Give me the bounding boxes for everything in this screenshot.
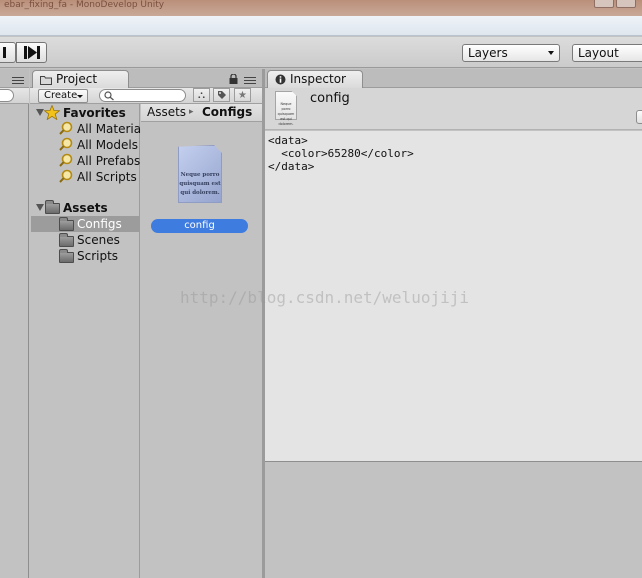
project-tabbar: Project bbox=[30, 69, 262, 88]
filter-by-label-button[interactable] bbox=[213, 88, 230, 102]
panel-menu-icon[interactable] bbox=[244, 77, 256, 84]
inspector-empty-area bbox=[265, 463, 642, 578]
breadcrumb-separator-icon: ▸ bbox=[189, 107, 194, 117]
text-asset-icon-text: Neque porro quisquam est qui dolorem. bbox=[277, 102, 295, 126]
folder-icon bbox=[59, 233, 74, 247]
favorites-button[interactable]: ★ bbox=[234, 88, 251, 102]
assets-fold-icon[interactable] bbox=[36, 204, 44, 211]
project-search-input[interactable] bbox=[99, 89, 186, 102]
assets-header[interactable]: Assets bbox=[63, 200, 108, 216]
file-thumbnail-text: Neque porro quisquam est qui dolorem. bbox=[179, 172, 221, 196]
search-icon bbox=[59, 153, 73, 167]
step-button[interactable] bbox=[16, 42, 47, 63]
tag-icon bbox=[217, 91, 226, 99]
folder-icon bbox=[45, 200, 60, 214]
hierarchy-search-input[interactable] bbox=[0, 89, 14, 102]
breadcrumb-root[interactable]: Assets bbox=[147, 104, 186, 121]
menu-strip bbox=[0, 16, 642, 36]
pause-icon bbox=[3, 47, 6, 58]
chevron-down-icon bbox=[548, 51, 554, 55]
watermark: http://blog.csdn.net/weluojiji bbox=[180, 288, 469, 307]
breadcrumb: Assets ▸ Configs bbox=[141, 104, 262, 122]
search-icon bbox=[59, 121, 73, 135]
favorite-item-all-models[interactable]: All Models bbox=[77, 137, 138, 153]
inspector-tabbar: Inspector bbox=[265, 69, 642, 88]
inspector-open-button[interactable] bbox=[636, 110, 642, 124]
info-icon bbox=[275, 74, 286, 85]
minimize-button[interactable] bbox=[594, 0, 614, 8]
layers-dropdown[interactable]: Layers bbox=[462, 44, 560, 62]
layout-dropdown-label: Layout bbox=[578, 46, 619, 60]
maximize-button[interactable] bbox=[616, 0, 636, 8]
search-icon bbox=[104, 91, 114, 101]
breadcrumb-current[interactable]: Configs bbox=[202, 104, 252, 121]
tab-project[interactable]: Project bbox=[32, 70, 129, 88]
favorite-item-all-scripts[interactable]: All Scripts bbox=[77, 169, 137, 185]
file-name-label[interactable]: config bbox=[151, 219, 248, 233]
panel-menu-icon[interactable] bbox=[12, 77, 24, 84]
favorite-item-all-prefabs[interactable]: All Prefabs bbox=[77, 153, 140, 169]
hierarchy-panel-stub bbox=[0, 69, 29, 578]
folder-item-scripts[interactable]: Scripts bbox=[77, 248, 118, 264]
favorites-fold-icon[interactable] bbox=[36, 109, 44, 116]
folder-item-scenes[interactable]: Scenes bbox=[77, 232, 120, 248]
lock-icon[interactable] bbox=[229, 74, 238, 84]
favorite-item-all-materials[interactable]: All Material bbox=[77, 121, 144, 137]
star-icon bbox=[44, 105, 60, 120]
filter-type-icon: ⛬ bbox=[198, 89, 205, 101]
text-asset-content: <data> <color>65280</color> </data> bbox=[268, 134, 414, 173]
layers-dropdown-label: Layers bbox=[468, 46, 508, 60]
create-label: Create bbox=[44, 90, 78, 101]
chevron-down-icon bbox=[77, 95, 83, 98]
step-icon bbox=[23, 46, 40, 59]
tab-inspector[interactable]: Inspector bbox=[267, 70, 363, 88]
window-controls bbox=[594, 0, 638, 8]
create-dropdown[interactable]: Create bbox=[38, 89, 88, 103]
hierarchy-tabbar bbox=[0, 69, 29, 88]
folder-item-configs[interactable]: Configs bbox=[77, 216, 122, 232]
favorites-header[interactable]: Favorites bbox=[63, 105, 126, 121]
folder-icon bbox=[40, 76, 52, 85]
layout-dropdown[interactable]: Layout bbox=[572, 44, 642, 62]
window-title: ebar_fixing_fa - MonoDevelop Unity bbox=[4, 0, 165, 10]
inspector-object-name: config bbox=[310, 91, 350, 106]
tab-inspector-label: Inspector bbox=[290, 72, 346, 86]
star-icon: ★ bbox=[238, 89, 247, 101]
filter-by-type-button[interactable]: ⛬ bbox=[193, 88, 210, 102]
search-icon bbox=[59, 137, 73, 151]
folder-icon bbox=[59, 249, 74, 263]
search-icon bbox=[59, 169, 73, 183]
window-titlebar: ebar_fixing_fa - MonoDevelop Unity bbox=[0, 0, 642, 16]
tab-project-label: Project bbox=[56, 72, 98, 86]
folder-icon bbox=[59, 217, 74, 231]
